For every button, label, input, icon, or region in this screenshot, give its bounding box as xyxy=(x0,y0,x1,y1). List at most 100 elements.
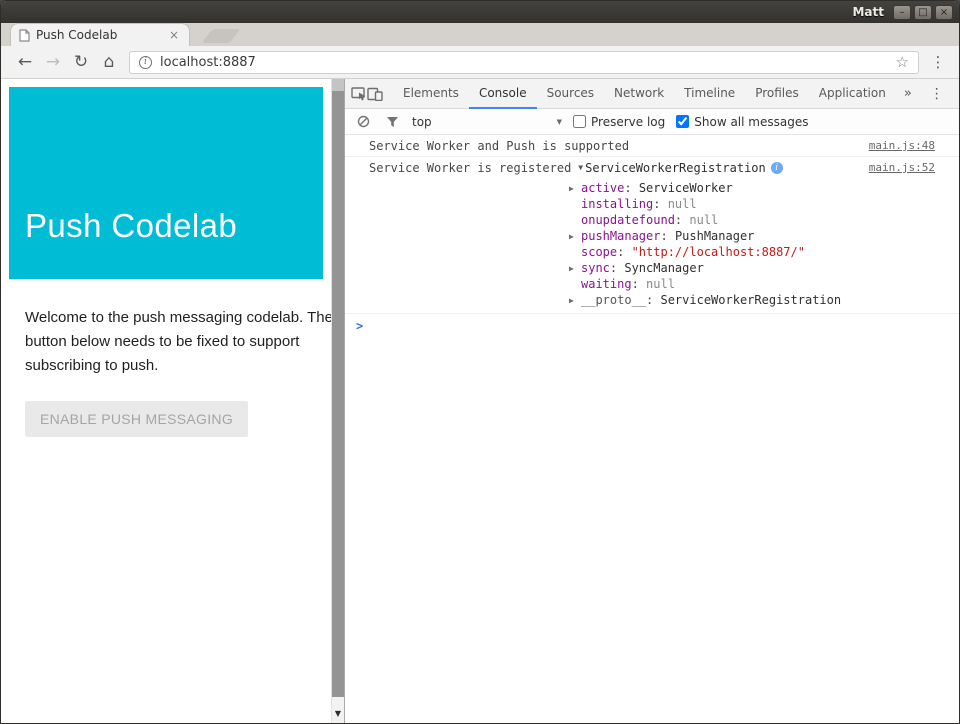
object-info-icon[interactable]: i xyxy=(771,162,783,174)
tab-close-icon[interactable]: × xyxy=(167,28,181,42)
devtools-tab-console[interactable]: Console xyxy=(469,79,537,109)
page-scrollbar[interactable]: ▼ xyxy=(331,79,344,723)
property-value: ServiceWorkerRegistration xyxy=(660,293,841,307)
property-key: pushManager xyxy=(581,229,675,243)
devtools-panel: Elements Console Sources Network Timelin… xyxy=(344,79,959,723)
devtools-menu-icon[interactable]: ⋮ xyxy=(920,86,954,102)
page-title: Push Codelab xyxy=(25,207,237,245)
forward-button[interactable]: → xyxy=(39,48,67,76)
page-info-icon[interactable]: i xyxy=(139,56,152,69)
more-tabs-icon[interactable]: » xyxy=(896,86,920,101)
expand-triangle-icon[interactable]: ▶ xyxy=(569,264,581,273)
object-name: ServiceWorkerRegistration xyxy=(585,161,766,175)
object-property[interactable]: ▶waitingnull xyxy=(569,276,935,292)
property-key: waiting xyxy=(581,277,646,291)
console-input-row[interactable]: > xyxy=(345,314,959,337)
page-header: Push Codelab xyxy=(9,87,323,279)
bookmark-star-icon[interactable]: ☆ xyxy=(896,53,909,71)
preserve-log-checkbox[interactable] xyxy=(573,115,586,128)
filter-button[interactable] xyxy=(383,113,401,131)
context-label: top xyxy=(412,115,432,129)
new-tab-button[interactable] xyxy=(202,29,241,43)
console-messages: Service Worker and Push is supported mai… xyxy=(345,135,959,723)
property-value: null xyxy=(646,277,675,291)
object-property[interactable]: ▶activeServiceWorker xyxy=(569,180,935,196)
enable-push-button[interactable]: ENABLE PUSH MESSAGING xyxy=(25,401,248,437)
property-value: SyncManager xyxy=(624,261,703,275)
property-key: scope xyxy=(581,245,632,259)
object-property[interactable]: ▶syncSyncManager xyxy=(569,260,935,276)
console-message: Service Worker is registered ▼ ServiceWo… xyxy=(345,157,959,314)
browser-tab-push-codelab[interactable]: Push Codelab × xyxy=(11,24,189,46)
window-controls: – □ × xyxy=(893,5,953,20)
source-link[interactable]: main.js:48 xyxy=(857,139,935,152)
devtools-tab-elements[interactable]: Elements xyxy=(393,79,469,109)
address-bar-url[interactable]: localhost:8887 xyxy=(160,55,888,70)
devtools-tab-profiles[interactable]: Profiles xyxy=(745,79,809,109)
window-minimize-button[interactable]: – xyxy=(893,5,911,20)
page-favicon-icon xyxy=(19,29,30,42)
devtools-tab-application[interactable]: Application xyxy=(809,79,896,109)
object-property[interactable]: ▶__proto__ServiceWorkerRegistration xyxy=(569,292,935,308)
object-property[interactable]: ▶pushManagerPushManager xyxy=(569,228,935,244)
console-message-text: Service Worker and Push is supported xyxy=(369,139,629,153)
browser-menu-button[interactable]: ⋮ xyxy=(927,53,949,71)
scrollbar-thumb[interactable] xyxy=(332,91,344,697)
property-key: __proto__ xyxy=(581,293,660,307)
console-toolbar: top ▼ Preserve log Show all messages xyxy=(345,109,959,135)
scroll-down-icon[interactable]: ▼ xyxy=(332,709,344,718)
show-all-messages-option[interactable]: Show all messages xyxy=(676,115,808,129)
window-titlebar[interactable]: Matt – □ × xyxy=(1,1,959,23)
window-maximize-button[interactable]: □ xyxy=(914,5,932,20)
reload-button[interactable]: ↻ xyxy=(67,48,95,76)
object-property[interactable]: ▶scope"http://localhost:8887/" xyxy=(569,244,935,260)
object-property[interactable]: ▶onupdatefoundnull xyxy=(569,212,935,228)
object-property[interactable]: ▶installingnull xyxy=(569,196,935,212)
execution-context-selector[interactable]: top ▼ xyxy=(412,115,562,129)
devtools-tab-sources[interactable]: Sources xyxy=(537,79,604,109)
page-paragraph-line: button below needs to be fixed to suppor… xyxy=(25,330,323,354)
page-paragraph-line: Welcome to the push messaging codelab. T… xyxy=(25,306,323,330)
tab-title: Push Codelab xyxy=(36,28,161,42)
object-preview[interactable]: ▼ ServiceWorkerRegistration i xyxy=(578,161,782,175)
devtools-tabbar: Elements Console Sources Network Timelin… xyxy=(345,79,959,109)
clear-console-button[interactable] xyxy=(354,113,372,131)
console-message: Service Worker and Push is supported mai… xyxy=(345,135,959,157)
page-paragraph: Welcome to the push messaging codelab. T… xyxy=(25,306,323,378)
home-button[interactable]: ⌂ xyxy=(95,48,123,76)
titlebar-user-label: Matt xyxy=(852,5,884,19)
address-bar[interactable]: i localhost:8887 ☆ xyxy=(129,51,919,74)
show-all-messages-checkbox[interactable] xyxy=(676,115,689,128)
property-value: null xyxy=(668,197,697,211)
devtools-tab-timeline[interactable]: Timeline xyxy=(674,79,745,109)
back-button[interactable]: ← xyxy=(11,48,39,76)
collapse-triangle-icon[interactable]: ▼ xyxy=(578,163,583,172)
page-paragraph-line: subscribing to push. xyxy=(25,354,323,378)
source-link[interactable]: main.js:52 xyxy=(857,161,935,174)
browser-toolbar: ← → ↻ ⌂ i localhost:8887 ☆ ⋮ xyxy=(1,46,959,79)
expand-triangle-icon[interactable]: ▶ xyxy=(569,232,581,241)
chevron-down-icon: ▼ xyxy=(557,118,562,126)
console-prompt-icon: > xyxy=(356,319,363,333)
property-value: "http://localhost:8887/" xyxy=(632,245,805,259)
devtools-tab-network[interactable]: Network xyxy=(604,79,674,109)
window-close-button[interactable]: × xyxy=(935,5,953,20)
device-toolbar-icon xyxy=(367,87,383,101)
show-all-messages-label: Show all messages xyxy=(694,115,808,129)
property-value: null xyxy=(689,213,718,227)
devtools-close-icon[interactable]: × xyxy=(954,85,960,103)
expand-triangle-icon[interactable]: ▶ xyxy=(569,184,581,193)
property-key: onupdatefound xyxy=(581,213,689,227)
property-key: active xyxy=(581,181,639,195)
web-page: Push Codelab Welcome to the push messagi… xyxy=(1,79,331,723)
tab-strip: Push Codelab × xyxy=(1,23,959,46)
ban-icon xyxy=(357,115,370,128)
toggle-device-toolbar-button[interactable] xyxy=(367,81,383,107)
property-key: sync xyxy=(581,261,624,275)
expand-triangle-icon[interactable]: ▶ xyxy=(569,296,581,305)
inspect-element-button[interactable] xyxy=(351,81,367,107)
object-property-tree: ▶activeServiceWorker ▶installingnull ▶on… xyxy=(569,180,935,308)
preserve-log-option[interactable]: Preserve log xyxy=(573,115,665,129)
funnel-icon xyxy=(386,116,399,128)
scroll-up-button[interactable] xyxy=(332,79,344,91)
